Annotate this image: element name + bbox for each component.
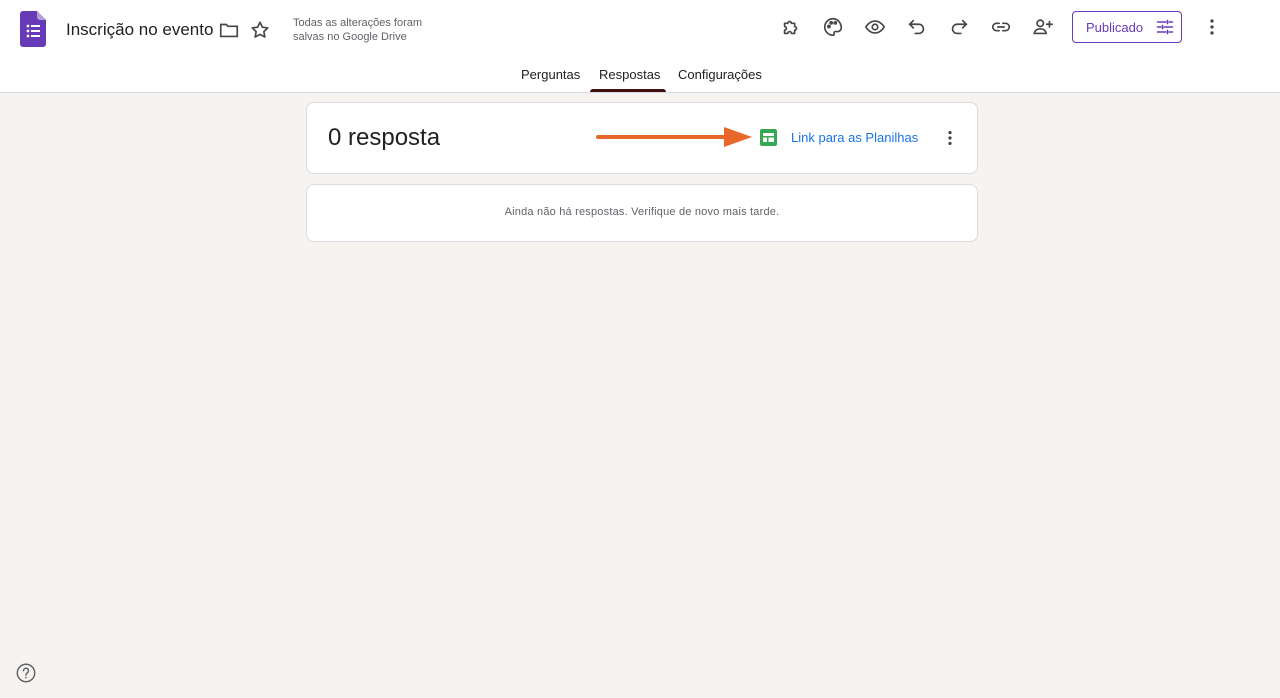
redo-icon[interactable] (941, 9, 977, 45)
active-tab-indicator (590, 89, 666, 92)
empty-responses-card: Ainda não há respostas. Verifique de nov… (306, 184, 978, 242)
tune-icon (1156, 19, 1174, 35)
tab-perguntas[interactable]: Perguntas (521, 67, 580, 82)
undo-icon[interactable] (899, 9, 935, 45)
save-status: Todas as alterações foram salvas no Goog… (293, 17, 423, 43)
help-icon[interactable] (15, 662, 37, 684)
top-bar: Inscrição no evento Todas as alterações … (0, 0, 1280, 93)
form-title[interactable]: Inscrição no evento (66, 18, 213, 42)
form-tabs: Perguntas Respostas Configurações (0, 58, 1280, 93)
publish-label: Publicado (1086, 19, 1144, 35)
link-icon[interactable] (983, 9, 1019, 45)
forms-logo-icon[interactable] (20, 11, 46, 47)
empty-message: Ainda não há respostas. Verifique de nov… (504, 206, 780, 218)
eye-icon[interactable] (857, 9, 893, 45)
annotation-arrow-icon (596, 127, 752, 147)
add-person-icon[interactable] (1025, 9, 1061, 45)
publish-button[interactable]: Publicado (1072, 11, 1182, 43)
more-vert-icon[interactable] (1194, 9, 1230, 45)
tab-respostas[interactable]: Respostas (599, 67, 660, 82)
puzzle-icon[interactable] (773, 9, 809, 45)
palette-icon[interactable] (815, 9, 851, 45)
sheets-icon[interactable] (760, 129, 777, 146)
tab-configuracoes[interactable]: Configurações (678, 67, 762, 82)
responses-more-icon[interactable] (937, 125, 963, 151)
sheets-link[interactable]: Link para as Planilhas (791, 130, 918, 145)
response-count: 0 resposta (328, 124, 441, 151)
star-icon[interactable] (242, 12, 278, 48)
